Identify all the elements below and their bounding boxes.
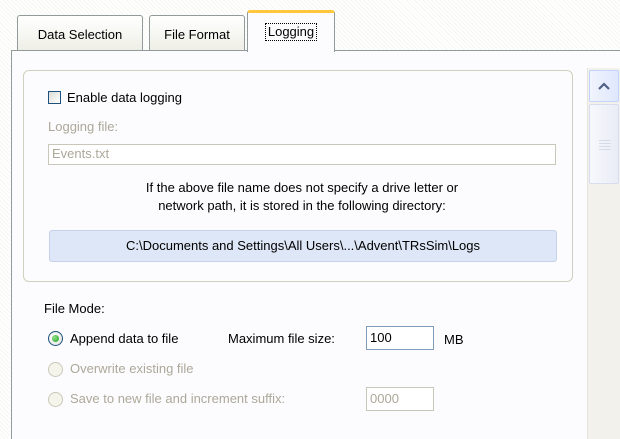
scroll-thumb[interactable]: [589, 104, 619, 184]
logging-file-label: Logging file:: [48, 119, 119, 134]
enable-logging-checkbox[interactable]: [48, 91, 61, 104]
suffix-input[interactable]: 0000: [366, 387, 434, 411]
increment-suffix-radio[interactable]: [48, 392, 63, 407]
append-radio-label[interactable]: Append data to file: [70, 331, 178, 346]
tab-label: Logging: [264, 23, 318, 41]
file-mode-label: File Mode:: [44, 301, 105, 316]
grip-line: [599, 149, 611, 150]
max-file-size-unit: MB: [444, 332, 464, 347]
grip-line: [599, 143, 611, 144]
tab-data-selection[interactable]: Data Selection: [17, 15, 143, 51]
tab-label: File Format: [164, 27, 230, 42]
logging-file-input[interactable]: Events.txt: [48, 144, 556, 165]
chevron-up-icon: [598, 82, 610, 90]
radio-selected-dot: [52, 335, 59, 342]
increment-suffix-radio-label[interactable]: Save to new file and increment suffix:: [70, 391, 285, 406]
overwrite-radio-label[interactable]: Overwrite existing file: [70, 361, 194, 376]
scroll-up-button[interactable]: [589, 70, 619, 102]
overwrite-radio[interactable]: [48, 362, 63, 377]
vertical-scrollbar[interactable]: [587, 68, 620, 439]
tab-label: Data Selection: [37, 27, 123, 42]
max-file-size-label: Maximum file size:: [228, 331, 335, 346]
tab-logging[interactable]: Logging: [247, 10, 335, 52]
log-directory-path: C:\Documents and Settings\All Users\...\…: [49, 230, 557, 262]
grip-line: [599, 146, 611, 147]
tab-file-format[interactable]: File Format: [149, 15, 245, 51]
append-radio[interactable]: [48, 331, 63, 346]
max-file-size-input[interactable]: 100: [366, 326, 434, 350]
logging-settings-panel: Data Selection File Format Logging Enabl…: [0, 0, 620, 439]
grip-line: [599, 140, 611, 141]
enable-logging-label[interactable]: Enable data logging: [67, 90, 182, 105]
info-text-line2: network path, it is stored in the follow…: [158, 198, 446, 213]
info-text-line1: If the above file name does not specify …: [145, 180, 459, 195]
